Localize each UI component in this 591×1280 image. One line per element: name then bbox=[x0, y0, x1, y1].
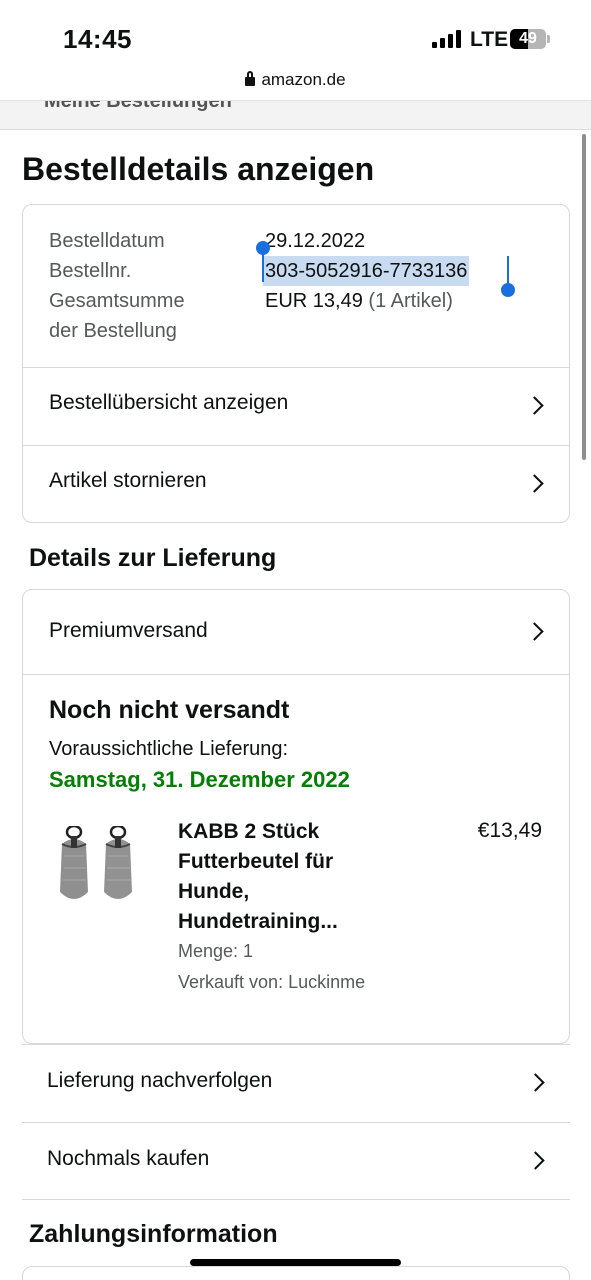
chevron-right-icon bbox=[525, 622, 544, 641]
pouch-right bbox=[104, 826, 132, 899]
expected-delivery-date: Samstag, 31. Dezember 2022 bbox=[49, 767, 350, 792]
product-quantity: Menge: 1 bbox=[178, 941, 254, 961]
product-seller: Verkauft von: Luckinme bbox=[178, 972, 366, 992]
product-title-link[interactable]: KABB 2 Stück Futterbeutel für Hunde, Hun… bbox=[178, 817, 398, 937]
chevron-right-icon bbox=[526, 1151, 545, 1170]
shipment-status: Noch nicht versandt bbox=[49, 696, 290, 724]
buy-again-label: Nochmals kaufen bbox=[47, 1147, 210, 1170]
selection-start-bar bbox=[262, 252, 264, 282]
track-package-label: Lieferung nachverfolgen bbox=[47, 1069, 273, 1092]
delivery-section-title: Details zur Lieferung bbox=[29, 544, 277, 572]
view-order-summary-label: Bestellübersicht anzeigen bbox=[49, 391, 289, 414]
order-date-label: Bestelldatum bbox=[49, 230, 165, 252]
pouch-left bbox=[60, 826, 88, 899]
chevron-right-icon bbox=[526, 1073, 545, 1092]
cancel-items-label: Artikel stornieren bbox=[49, 469, 207, 492]
order-total-amount: EUR 13,49 bbox=[265, 290, 363, 312]
network-type: LTE bbox=[470, 28, 509, 51]
shipping-method-link[interactable]: Premiumversand bbox=[23, 590, 569, 675]
buy-again-link[interactable]: Nochmals kaufen bbox=[22, 1122, 570, 1200]
url-text: amazon.de bbox=[261, 70, 346, 89]
order-total-label-line1: Gesamtsumme bbox=[49, 290, 185, 312]
selection-end-handle[interactable] bbox=[501, 283, 515, 297]
scrollbar[interactable] bbox=[582, 134, 586, 460]
track-package-link[interactable]: Lieferung nachverfolgen bbox=[22, 1044, 570, 1122]
order-number-value[interactable]: 303-5052916-7733136 bbox=[263, 256, 470, 286]
previous-section-title[interactable]: Meine Bestellungen bbox=[44, 101, 232, 113]
order-total-items: (1 Artikel) bbox=[368, 290, 453, 312]
page-title: Bestelldetails anzeigen bbox=[22, 151, 375, 187]
battery-cap bbox=[547, 35, 550, 43]
product-title-line: KABB 2 Stück bbox=[178, 820, 320, 843]
home-indicator[interactable] bbox=[190, 1259, 401, 1266]
order-total-label-line2: der Bestellung bbox=[49, 320, 177, 342]
product-price: €13,49 bbox=[477, 819, 542, 842]
divider bbox=[22, 1199, 570, 1200]
status-bar: 14:45 LTE 49 bbox=[0, 0, 591, 70]
order-number-label: Bestellnr. bbox=[49, 260, 132, 282]
shipping-method-label: Premiumversand bbox=[49, 619, 208, 642]
battery-percent: 49 bbox=[519, 30, 537, 47]
battery-icon: 49 bbox=[510, 29, 546, 49]
previous-section-strip: Meine Bestellungen bbox=[0, 100, 591, 130]
status-time: 14:45 bbox=[63, 24, 132, 54]
lock-icon bbox=[245, 71, 256, 86]
selection-end-bar bbox=[507, 256, 509, 286]
view-order-summary-link[interactable]: Bestellübersicht anzeigen bbox=[23, 367, 569, 445]
payment-section-title: Zahlungsinformation bbox=[29, 1220, 278, 1248]
address-bar[interactable]: amazon.de bbox=[0, 70, 591, 100]
order-total-value: EUR 13,49 (1 Artikel) bbox=[265, 286, 453, 316]
chevron-right-icon bbox=[525, 474, 544, 493]
product-title-line: Futterbeutel für bbox=[178, 850, 334, 873]
product-title-line: Hunde, bbox=[178, 880, 250, 903]
order-date-value: 29.12.2022 bbox=[265, 230, 366, 252]
expected-delivery-label: Voraussichtliche Lieferung: bbox=[49, 738, 289, 760]
product-image[interactable] bbox=[52, 826, 142, 906]
cellular-signal-icon bbox=[432, 30, 462, 48]
chevron-right-icon bbox=[525, 396, 544, 415]
payment-card bbox=[22, 1266, 570, 1280]
delivery-card: Premiumversand Noch nicht versandt Vorau… bbox=[22, 589, 570, 1044]
order-summary-card: Bestelldatum 29.12.2022 Bestellnr. 303-5… bbox=[22, 204, 570, 523]
product-title-line: Hundetraining... bbox=[178, 910, 338, 933]
cancel-items-link[interactable]: Artikel stornieren bbox=[23, 445, 569, 522]
